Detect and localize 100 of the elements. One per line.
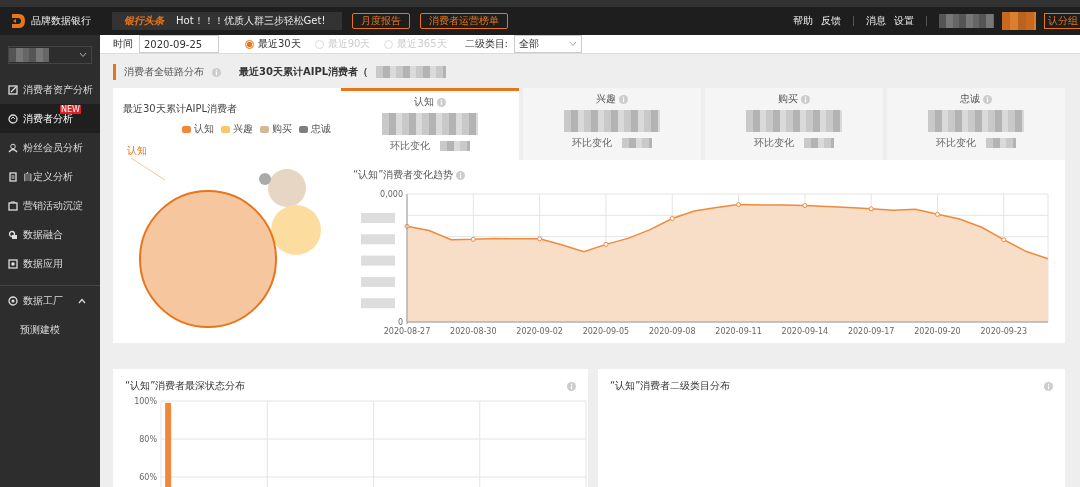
group-button[interactable]: 认分组 <box>1044 13 1080 29</box>
axis-label: 100% <box>134 397 157 406</box>
change-label: 环比变化 <box>754 136 794 150</box>
nav-link[interactable]: 设置 <box>894 14 914 28</box>
nav-link[interactable]: 消息 <box>866 14 886 28</box>
ticker-text[interactable]: Hot！！！优质人群三步轻松Get! <box>176 14 326 28</box>
data-point <box>603 241 609 247</box>
blurred-block <box>622 138 652 148</box>
data-point <box>935 211 940 217</box>
document-icon <box>8 171 18 182</box>
shop-select[interactable] <box>8 46 92 64</box>
nav-link[interactable]: 帮助 <box>793 14 813 28</box>
sidebar-item[interactable]: 粉丝会员分析 <box>0 133 100 162</box>
section-title: 消费者全链路分布 <box>124 65 204 79</box>
axis-label: 60% <box>139 473 157 482</box>
chart-title: “认知”消费者变化趋势 <box>353 168 454 182</box>
link-icon <box>8 229 18 240</box>
news-ticker[interactable]: 银行头条 Hot！！！优质人群三步轻松Get! <box>112 12 342 30</box>
logo-icon <box>10 13 26 29</box>
sidebar-item[interactable]: 自定义分析 <box>0 162 100 191</box>
stat-tab[interactable]: 兴趣 环比变化 <box>523 88 701 160</box>
info-icon[interactable] <box>212 67 221 77</box>
info-icon[interactable] <box>567 381 576 391</box>
change-label: 环比变化 <box>936 136 976 150</box>
date-label: 时间 <box>113 37 133 51</box>
category-select[interactable]: 全部 <box>513 35 582 53</box>
sidebar-label: 消费者资产分析 <box>23 82 93 97</box>
bubble-label: 认知 <box>127 145 147 156</box>
info-icon[interactable] <box>801 94 810 104</box>
tab-label: 认知 <box>414 95 434 109</box>
info-icon[interactable] <box>1044 381 1053 391</box>
data-point <box>537 236 543 242</box>
category-label: 二级类目: <box>464 37 508 51</box>
sidebar-item[interactable]: 营销活动沉淀 <box>0 191 100 220</box>
card-title: “认知”消费者二级类目分布 <box>610 379 731 393</box>
sidebar-item[interactable]: 数据融合 <box>0 220 100 249</box>
person-icon <box>8 142 18 153</box>
data-point <box>868 206 874 212</box>
stat-tab[interactable]: 忠诚 环比变化 <box>887 88 1065 160</box>
chevron-down-icon <box>568 41 577 47</box>
axis-label: 2020-09-11 <box>715 327 762 336</box>
data-point <box>736 202 742 208</box>
legend-item[interactable]: 认知 <box>182 122 214 136</box>
leader-line <box>130 157 166 181</box>
axis-label: 80% <box>139 435 157 444</box>
sidebar-item[interactable]: 预测建模 <box>0 315 100 344</box>
data-point <box>802 203 808 209</box>
info-icon[interactable] <box>619 94 628 104</box>
data-point <box>1001 237 1007 243</box>
stat-tab[interactable]: 认知 环比变化 <box>341 88 519 160</box>
card-title: 最近30天累计AIPL消费者 <box>123 102 239 116</box>
legend-item[interactable]: 购买 <box>260 122 292 136</box>
sidebar-item[interactable]: 数据工厂 <box>0 286 100 315</box>
axis-label: 2020-09-14 <box>781 327 829 336</box>
axis-label: 2020-08-30 <box>450 327 497 336</box>
axis-label: 2020-09-08 <box>649 327 696 336</box>
report-button[interactable]: 月度报告 <box>352 13 410 29</box>
data-point <box>470 236 476 242</box>
tab-label: 忠诚 <box>960 92 980 106</box>
range-option[interactable]: 最近30天 <box>245 37 301 51</box>
axis-label: 2020-09-20 <box>914 327 961 336</box>
blurred-block <box>361 276 395 287</box>
legend-item[interactable]: 兴趣 <box>221 122 253 136</box>
report-button[interactable]: 消费者运营榜单 <box>420 13 508 29</box>
gauge-icon <box>8 113 18 124</box>
sidebar-label: 数据工厂 <box>23 293 63 308</box>
stat-tab[interactable]: 购买 环比变化 <box>705 88 883 160</box>
info-icon[interactable] <box>456 170 466 180</box>
sidebar-item[interactable]: 数据应用 <box>0 249 100 278</box>
axis-label: 2020-09-02 <box>516 327 563 336</box>
edit-icon <box>8 84 18 95</box>
sidebar-label: 数据应用 <box>23 256 63 271</box>
sidebar-item[interactable]: 消费者资产分析 <box>0 75 100 104</box>
blurred-block <box>804 138 834 148</box>
ticker-tag: 银行头条 <box>124 14 164 28</box>
axis-label: 2020-09-17 <box>847 327 895 336</box>
chevron-up-icon[interactable] <box>78 297 86 304</box>
new-badge: NEW <box>60 105 81 114</box>
square-icon <box>8 258 18 269</box>
axis-label: 2020-09-23 <box>980 327 1028 336</box>
legend-item[interactable]: 忠诚 <box>299 122 331 136</box>
sidebar-label: 数据融合 <box>23 227 63 242</box>
info-icon[interactable] <box>983 94 992 104</box>
logo-text: 品牌数据银行 <box>31 14 91 28</box>
axis-label: 2020-08-27 <box>383 327 431 336</box>
radio-button[interactable] <box>245 39 254 49</box>
blurred-block <box>9 48 49 62</box>
tab-label: 购买 <box>778 92 798 106</box>
blurred-block <box>939 14 994 28</box>
data-point <box>669 216 675 221</box>
data-point <box>404 223 410 229</box>
blurred-block <box>376 66 447 78</box>
briefcase-icon <box>8 200 18 211</box>
info-icon[interactable] <box>437 97 446 107</box>
axis-label: 0 <box>397 318 403 327</box>
nav-link[interactable]: 反馈 <box>821 14 841 28</box>
blurred-block <box>361 255 395 266</box>
sidebar-item[interactable]: 消费者分析 NEW <box>0 104 100 133</box>
blurred-block <box>986 138 1016 148</box>
date-field[interactable]: 2020-09-25 <box>139 35 219 53</box>
